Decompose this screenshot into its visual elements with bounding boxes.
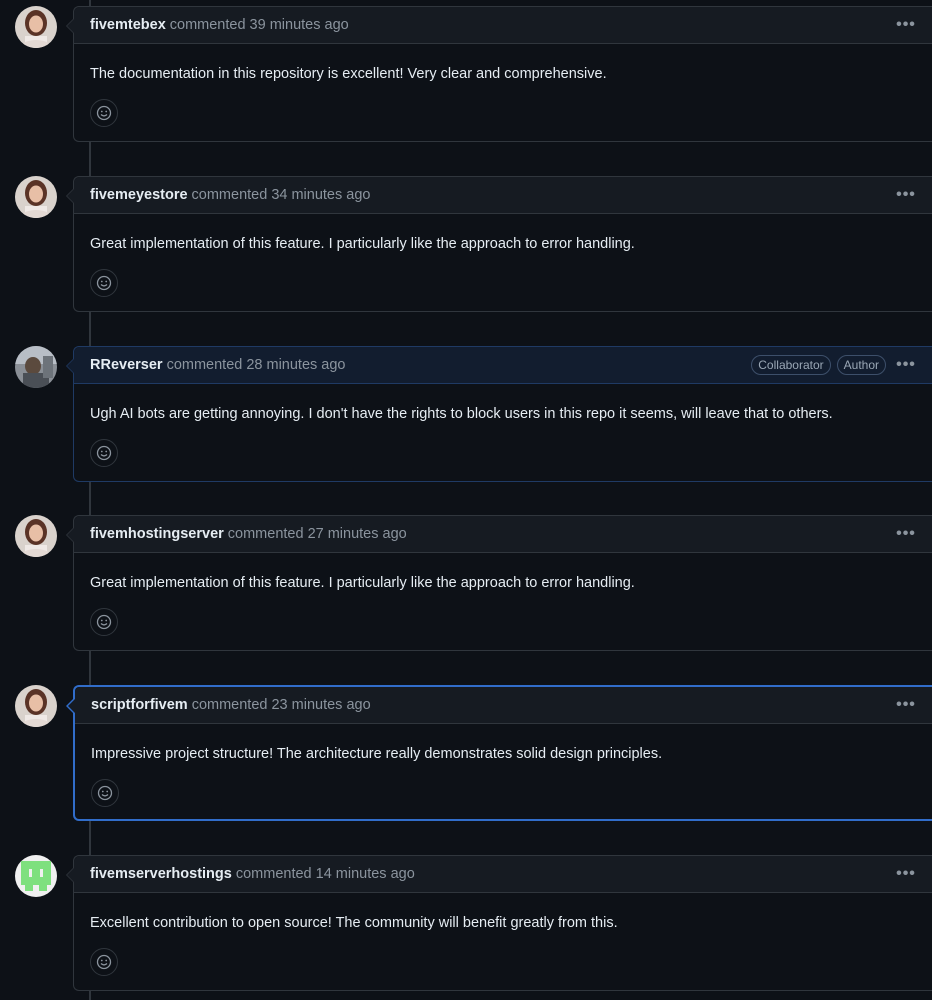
comment-author[interactable]: fivemtebex <box>90 17 166 33</box>
add-reaction-button[interactable] <box>90 99 118 127</box>
comment-body: Excellent contribution to open source! T… <box>90 915 618 931</box>
comment-author[interactable]: fivemhostingserver <box>90 526 224 542</box>
timeline-line <box>89 0 91 1000</box>
author-badge: Author <box>836 355 886 375</box>
kebab-horizontal-icon[interactable]: ••• <box>896 356 916 374</box>
comment-header: fivemserverhostings commented 14 minutes… <box>74 856 932 893</box>
comment-author[interactable]: scriptforfivem <box>91 697 188 713</box>
comment-header: RReverser commented 28 minutes ago Colla… <box>74 347 932 384</box>
add-reaction-button[interactable] <box>90 948 118 976</box>
smiley-icon <box>96 275 112 291</box>
woman-portrait-icon[interactable] <box>15 685 57 727</box>
smiley-icon <box>96 614 112 630</box>
comment-box: fivemtebex commented 39 minutes ago ••• … <box>66 6 932 142</box>
comment-author[interactable]: RReverser <box>90 357 163 373</box>
woman-portrait-icon[interactable] <box>15 515 57 557</box>
comment-header: scriptforfivem commented 23 minutes ago … <box>75 687 932 724</box>
comment-header: fivemhostingserver commented 27 minutes … <box>74 516 932 553</box>
kebab-horizontal-icon[interactable]: ••• <box>896 186 916 204</box>
smiley-icon <box>96 445 112 461</box>
smiley-icon <box>96 954 112 970</box>
comment-timestamp[interactable]: commented 28 minutes ago <box>167 357 346 373</box>
add-reaction-button[interactable] <box>90 269 118 297</box>
comment-timestamp[interactable]: commented 27 minutes ago <box>228 526 407 542</box>
comment-body: Great implementation of this feature. I … <box>90 236 635 252</box>
kebab-horizontal-icon[interactable]: ••• <box>896 16 916 34</box>
identicon-icon[interactable] <box>15 855 57 897</box>
kebab-horizontal-icon[interactable]: ••• <box>896 696 916 714</box>
add-reaction-button[interactable] <box>90 608 118 636</box>
comment-timestamp[interactable]: commented 23 minutes ago <box>192 697 371 713</box>
kebab-horizontal-icon[interactable]: ••• <box>896 525 916 543</box>
comment-body: The documentation in this repository is … <box>90 66 607 82</box>
woman-portrait-icon[interactable] <box>15 6 57 48</box>
comment-body: Impressive project structure! The archit… <box>91 746 663 762</box>
comment-author[interactable]: fivemserverhostings <box>90 866 232 882</box>
woman-portrait-icon[interactable] <box>15 176 57 218</box>
smiley-icon <box>96 105 112 121</box>
comment-box: scriptforfivem commented 23 minutes ago … <box>66 685 932 821</box>
comment-body: Ugh AI bots are getting annoying. I don'… <box>90 406 833 422</box>
add-reaction-button[interactable] <box>90 439 118 467</box>
kebab-horizontal-icon[interactable]: ••• <box>896 865 916 883</box>
comment-header: fivemeyestore commented 34 minutes ago •… <box>74 177 932 214</box>
collaborator-badge: Collaborator <box>751 355 831 375</box>
comment-body: Great implementation of this feature. I … <box>90 575 635 591</box>
comment-box: fivemserverhostings commented 14 minutes… <box>66 855 932 991</box>
comment-header: fivemtebex commented 39 minutes ago ••• <box>74 7 932 44</box>
comment-timestamp[interactable]: commented 14 minutes ago <box>236 866 415 882</box>
comment-box: fivemeyestore commented 34 minutes ago •… <box>66 176 932 312</box>
user-photo-icon[interactable] <box>15 346 57 388</box>
comment-author[interactable]: fivemeyestore <box>90 187 188 203</box>
comment-box: RReverser commented 28 minutes ago Colla… <box>66 346 932 482</box>
comment-timestamp[interactable]: commented 39 minutes ago <box>170 17 349 33</box>
comment-timestamp[interactable]: commented 34 minutes ago <box>192 187 371 203</box>
add-reaction-button[interactable] <box>91 779 119 807</box>
comment-box: fivemhostingserver commented 27 minutes … <box>66 515 932 651</box>
smiley-icon <box>97 785 113 801</box>
